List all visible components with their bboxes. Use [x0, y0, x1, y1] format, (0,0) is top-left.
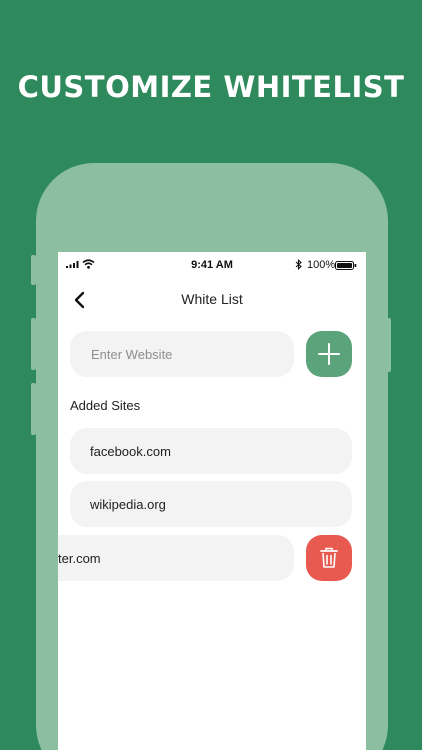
site-url: facebook.com [90, 443, 171, 459]
delete-site-button[interactable] [306, 535, 352, 581]
page-title: White List [181, 291, 243, 307]
phone-volume-up-button [31, 318, 36, 370]
plus-icon [318, 343, 340, 365]
phone-volume-down-button [31, 383, 36, 435]
website-input[interactable] [70, 331, 294, 377]
battery-percent: 100% [307, 259, 336, 271]
added-sites-heading: Added Sites [70, 398, 141, 413]
site-row-twitter-swiped[interactable]: ter.com [58, 535, 294, 581]
site-url: ter.com [58, 550, 101, 566]
phone-screen: 9:41 AM 100% White List Added Sites face… [58, 252, 366, 750]
add-site-button[interactable] [306, 331, 352, 377]
battery-icon [335, 261, 357, 270]
status-bar: 9:41 AM 100% [58, 252, 366, 278]
phone-mute-switch [31, 255, 36, 285]
site-url: wikipedia.org [90, 496, 166, 512]
trash-icon [320, 547, 338, 568]
phone-power-button [386, 318, 391, 372]
bluetooth-icon [295, 259, 302, 270]
site-row-facebook[interactable]: facebook.com [70, 428, 352, 474]
headline: CUSTOMIZE WHITELIST [17, 70, 405, 104]
site-row-wikipedia[interactable]: wikipedia.org [70, 481, 352, 527]
